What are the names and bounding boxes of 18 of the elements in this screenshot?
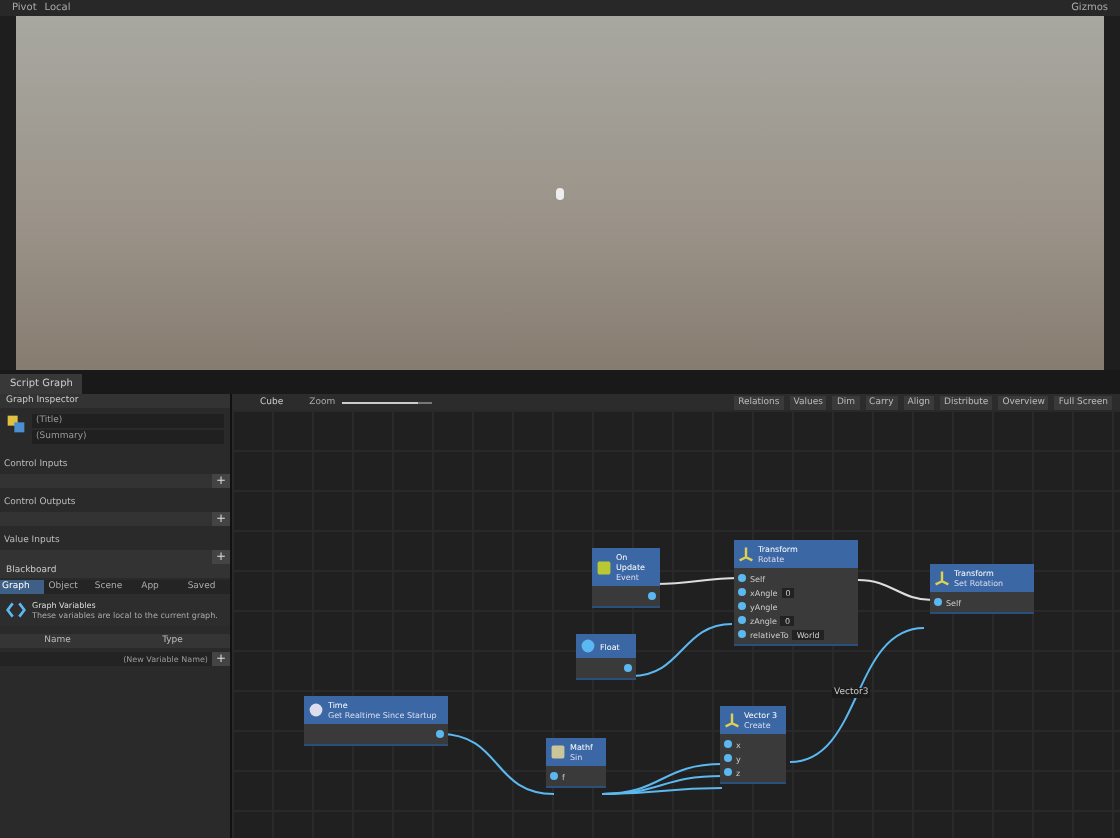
node-icon (738, 546, 754, 562)
node-icon (724, 712, 740, 728)
node-icon (934, 570, 950, 586)
graph-icon (6, 414, 26, 434)
port-icon[interactable] (624, 664, 632, 672)
control-connection (857, 579, 933, 601)
node-icon (580, 638, 596, 654)
value-connection (631, 623, 733, 677)
port-icon[interactable] (934, 598, 942, 606)
port-icon[interactable] (550, 772, 558, 780)
node-icon (550, 744, 566, 760)
node-icon (308, 702, 324, 718)
sphere-object (556, 187, 564, 199)
port-icon[interactable] (648, 592, 656, 600)
node-icon (596, 559, 612, 575)
variables-icon (6, 600, 26, 620)
value-connection (789, 627, 925, 763)
port-icon[interactable] (436, 730, 444, 738)
